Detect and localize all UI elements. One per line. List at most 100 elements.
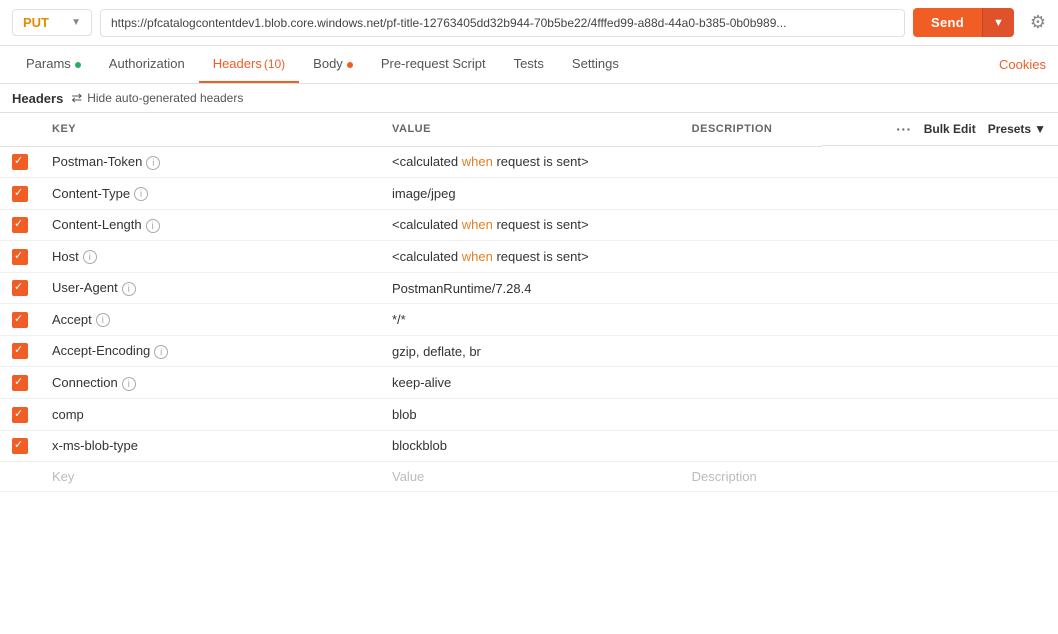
row-checkbox[interactable] bbox=[12, 186, 28, 202]
row-value-cell[interactable]: */* bbox=[380, 304, 680, 336]
hide-icon: ⇄ bbox=[71, 90, 82, 106]
th-actions: ··· Bulk Edit Presets ▼ bbox=[822, 113, 1058, 146]
row-checkbox[interactable] bbox=[12, 343, 28, 359]
row-value-cell[interactable]: gzip, deflate, br bbox=[380, 335, 680, 367]
tab-tests[interactable]: Tests bbox=[500, 46, 558, 83]
row-checkbox[interactable] bbox=[12, 407, 28, 423]
row-key-cell: x-ms-blob-type bbox=[40, 430, 380, 462]
row-actions-cell bbox=[822, 241, 1058, 273]
info-icon[interactable]: i bbox=[146, 219, 160, 233]
row-description-cell bbox=[680, 209, 822, 241]
tab-params[interactable]: Params bbox=[12, 46, 95, 83]
info-icon[interactable]: i bbox=[122, 282, 136, 296]
row-key: User-Agent bbox=[52, 280, 118, 295]
table-row: Accepti */* bbox=[0, 304, 1058, 336]
placeholder-row: KeyValueDescription bbox=[0, 462, 1058, 492]
hide-auto-headers-button[interactable]: ⇄ Hide auto-generated headers bbox=[71, 90, 243, 106]
row-actions-cell bbox=[822, 399, 1058, 431]
table-row: User-Agent i PostmanRuntime/7.28.4 bbox=[0, 272, 1058, 304]
table-row: Content-Length i <calculated when request … bbox=[0, 209, 1058, 241]
row-description-cell bbox=[680, 241, 822, 273]
tab-headers[interactable]: Headers(10) bbox=[199, 46, 299, 83]
tab-settings[interactable]: Settings bbox=[558, 46, 633, 83]
params-dot bbox=[75, 62, 81, 68]
row-key-cell: Connectioni bbox=[40, 367, 380, 399]
row-actions-cell bbox=[822, 272, 1058, 304]
headers-section-title: Headers bbox=[12, 91, 63, 106]
row-checkbox[interactable] bbox=[12, 280, 28, 296]
row-value-cell[interactable]: <calculated when request is sent> bbox=[380, 241, 680, 273]
more-options-icon[interactable]: ··· bbox=[896, 121, 912, 137]
row-description-cell bbox=[680, 304, 822, 336]
placeholder-key[interactable]: Key bbox=[40, 462, 380, 492]
cookies-link[interactable]: Cookies bbox=[999, 57, 1046, 72]
table-row: Connectionikeep-alive bbox=[0, 367, 1058, 399]
url-input[interactable]: https://pfcatalogcontentdev1.blob.core.w… bbox=[100, 9, 905, 37]
row-checkbox[interactable] bbox=[12, 375, 28, 391]
row-value-cell[interactable]: blob bbox=[380, 399, 680, 431]
presets-button[interactable]: Presets ▼ bbox=[988, 122, 1046, 136]
row-actions-cell bbox=[822, 335, 1058, 367]
th-key: KEY bbox=[40, 113, 380, 146]
row-actions-cell bbox=[822, 430, 1058, 462]
row-value-cell[interactable]: keep-alive bbox=[380, 367, 680, 399]
row-value-cell[interactable]: image/jpeg bbox=[380, 178, 680, 210]
table-row: x-ms-blob-type blockblob bbox=[0, 430, 1058, 462]
row-description-cell bbox=[680, 430, 822, 462]
info-icon[interactable]: i bbox=[154, 345, 168, 359]
row-value-cell[interactable]: blockblob bbox=[380, 430, 680, 462]
sub-header: Headers ⇄ Hide auto-generated headers bbox=[0, 84, 1058, 113]
tab-body[interactable]: Body bbox=[299, 46, 367, 83]
row-checkbox[interactable] bbox=[12, 154, 28, 170]
send-dropdown-button[interactable]: ▼ bbox=[982, 8, 1014, 37]
row-key: Accept-Encoding bbox=[52, 343, 150, 358]
row-key-cell: Postman-Token i bbox=[40, 146, 380, 178]
row-key-cell: Accept-Encoding i bbox=[40, 335, 380, 367]
info-icon[interactable]: i bbox=[83, 250, 97, 264]
info-icon[interactable]: i bbox=[146, 156, 160, 170]
row-actions-cell bbox=[822, 178, 1058, 210]
info-icon[interactable]: i bbox=[134, 187, 148, 201]
method-label: PUT bbox=[23, 15, 49, 30]
send-button[interactable]: Send bbox=[913, 8, 982, 37]
row-checkbox[interactable] bbox=[12, 438, 28, 454]
send-button-group: Send ▼ bbox=[913, 8, 1014, 37]
row-actions-cell bbox=[822, 304, 1058, 336]
row-key-cell: User-Agent i bbox=[40, 272, 380, 304]
th-description: DESCRIPTION bbox=[680, 113, 822, 146]
placeholder-description[interactable]: Description bbox=[680, 462, 822, 492]
table-row: Content-Typeiimage/jpeg bbox=[0, 178, 1058, 210]
row-actions-cell bbox=[822, 146, 1058, 178]
row-key-cell: Content-Typei bbox=[40, 178, 380, 210]
info-icon[interactable]: i bbox=[96, 313, 110, 327]
row-description-cell bbox=[680, 367, 822, 399]
table-row: Hosti<calculated when request is sent> bbox=[0, 241, 1058, 273]
row-checkbox[interactable] bbox=[12, 249, 28, 265]
row-key-cell: Hosti bbox=[40, 241, 380, 273]
row-value-cell[interactable]: <calculated when request is sent> bbox=[380, 146, 680, 178]
info-icon[interactable]: i bbox=[122, 377, 136, 391]
row-key: Content-Length bbox=[52, 217, 142, 232]
row-key: comp bbox=[52, 407, 84, 422]
row-value-cell[interactable]: <calculated when request is sent> bbox=[380, 209, 680, 241]
row-actions-cell bbox=[822, 367, 1058, 399]
row-key: Postman-Token bbox=[52, 154, 142, 169]
row-key-cell: Content-Length i bbox=[40, 209, 380, 241]
table-row: Postman-Token i <calculated when request i… bbox=[0, 146, 1058, 178]
placeholder-value[interactable]: Value bbox=[380, 462, 680, 492]
bulk-edit-button[interactable]: Bulk Edit bbox=[924, 122, 976, 136]
row-description-cell bbox=[680, 146, 822, 178]
th-checkbox bbox=[0, 113, 40, 146]
row-key-cell: comp bbox=[40, 399, 380, 431]
tab-prerequest[interactable]: Pre-request Script bbox=[367, 46, 500, 83]
row-key: Accept bbox=[52, 312, 92, 327]
row-checkbox[interactable] bbox=[12, 217, 28, 233]
row-key: x-ms-blob-type bbox=[52, 438, 138, 453]
row-checkbox[interactable] bbox=[12, 312, 28, 328]
table-row: Accept-Encoding i gzip, deflate, br bbox=[0, 335, 1058, 367]
row-value-cell[interactable]: PostmanRuntime/7.28.4 bbox=[380, 272, 680, 304]
presets-arrow: ▼ bbox=[1034, 122, 1046, 136]
settings-icon[interactable]: ⚙ bbox=[1030, 12, 1046, 33]
tab-authorization[interactable]: Authorization bbox=[95, 46, 199, 83]
method-select[interactable]: PUT ▼ bbox=[12, 9, 92, 36]
